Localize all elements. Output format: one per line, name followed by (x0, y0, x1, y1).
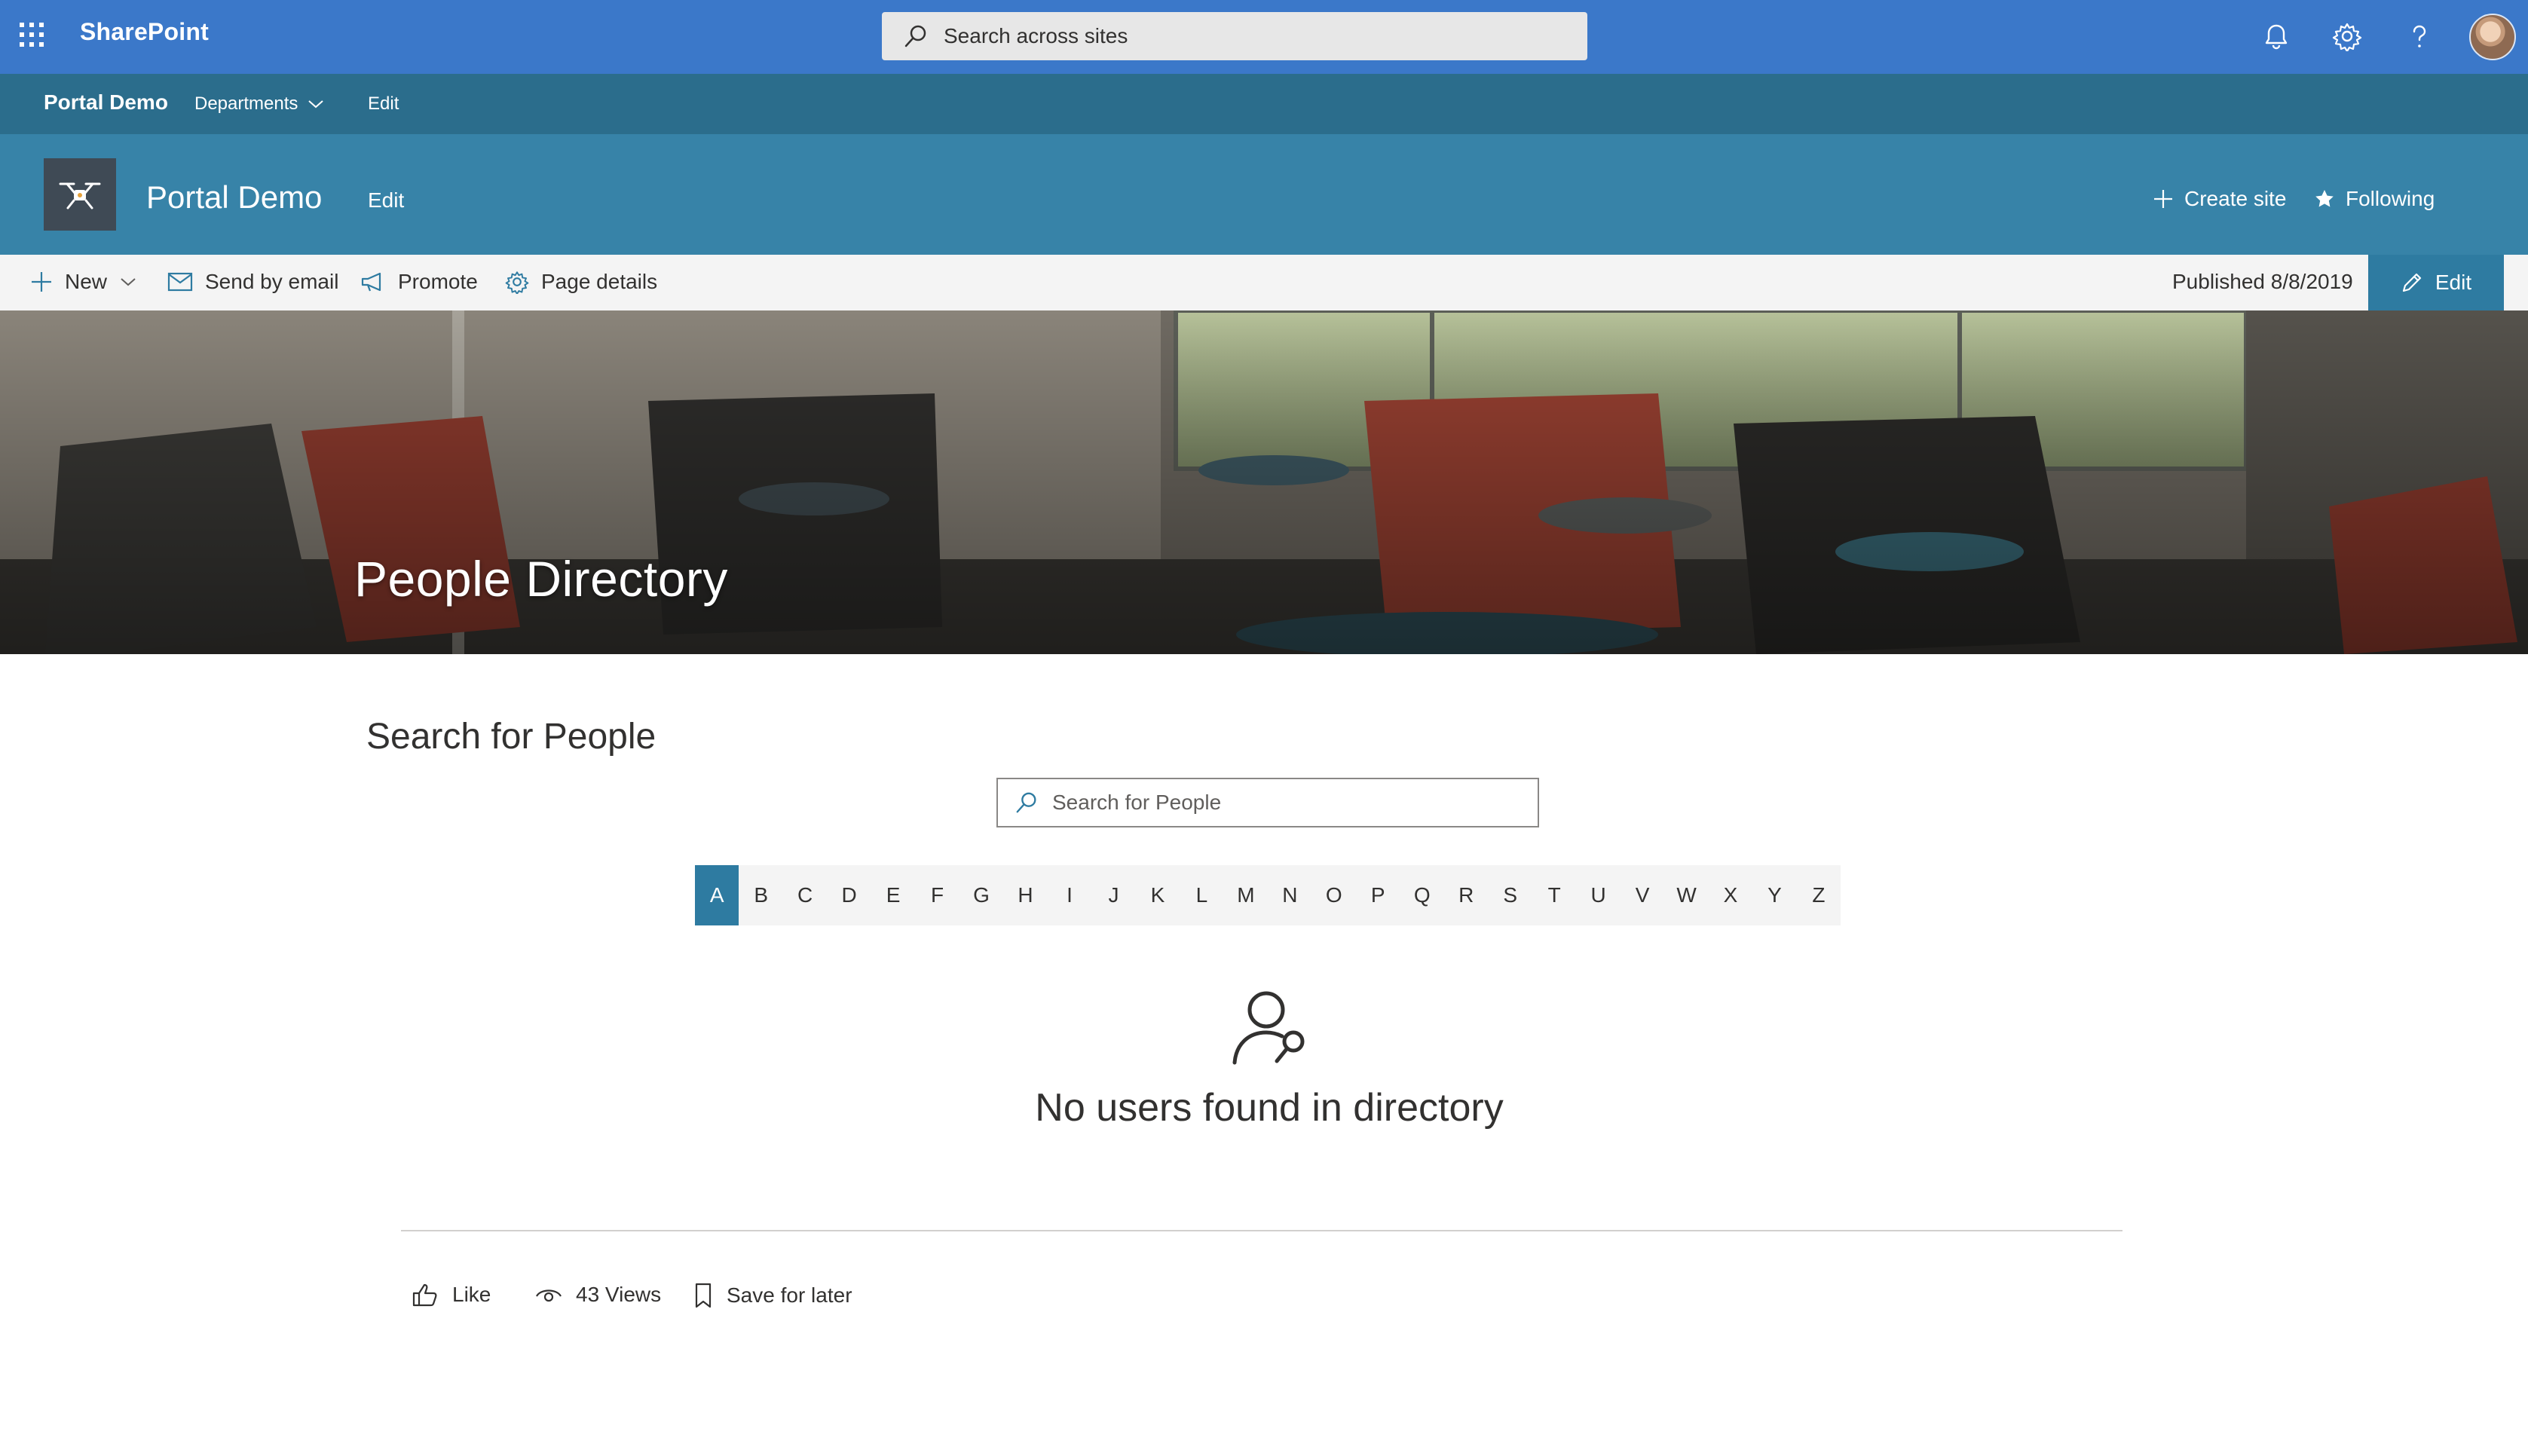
send-by-email-button[interactable]: Send by email (167, 270, 338, 294)
letter-h[interactable]: H (1003, 865, 1047, 925)
like-button[interactable]: Like (412, 1283, 491, 1307)
views-label: 43 Views (576, 1283, 662, 1306)
empty-state-message: No users found in directory (1035, 1086, 1504, 1130)
following-button[interactable]: Following (2314, 187, 2435, 211)
site-logo[interactable] (44, 158, 116, 231)
letter-g[interactable]: G (959, 865, 1003, 925)
create-site-button[interactable]: Create site (2153, 187, 2286, 211)
letter-b[interactable]: B (739, 865, 782, 925)
letter-v[interactable]: V (1621, 865, 1664, 925)
letter-x[interactable]: X (1709, 865, 1752, 925)
letter-w[interactable]: W (1664, 865, 1708, 925)
letter-a[interactable]: A (695, 865, 739, 925)
bell-icon[interactable] (2261, 21, 2291, 51)
letter-u[interactable]: U (1576, 865, 1620, 925)
thumbs-up-icon (412, 1283, 439, 1307)
letter-z[interactable]: Z (1797, 865, 1841, 925)
page-details-button[interactable]: Page details (505, 270, 657, 294)
like-label: Like (452, 1283, 491, 1306)
hub-nav-edit[interactable]: Edit (368, 93, 399, 115)
global-search-input[interactable]: Search across sites (882, 12, 1587, 60)
chevron-down-icon (307, 98, 325, 110)
letter-l[interactable]: L (1180, 865, 1223, 925)
hub-nav-departments[interactable]: Departments (194, 93, 325, 115)
people-search-input[interactable]: Search for People (996, 778, 1539, 827)
letter-m[interactable]: M (1224, 865, 1268, 925)
help-icon[interactable] (2404, 21, 2435, 51)
letter-i[interactable]: I (1048, 865, 1091, 925)
letter-s[interactable]: S (1488, 865, 1532, 925)
chevron-down-icon (119, 276, 137, 288)
letter-k[interactable]: K (1136, 865, 1180, 925)
hub-site-title[interactable]: Portal Demo (44, 90, 168, 115)
new-label: New (65, 270, 108, 293)
person-search-icon (1229, 987, 1311, 1066)
site-header: Portal Demo Edit Create site Following (0, 134, 2528, 255)
promote-label: Promote (398, 270, 478, 293)
command-bar: New Send by email Promote Page details P… (0, 255, 2528, 310)
alphabet-filter: ABCDEFGHIJKLMNOPQRSTUVWXYZ (695, 865, 1841, 925)
letter-e[interactable]: E (871, 865, 915, 925)
plus-icon (30, 271, 53, 293)
promote-button[interactable]: Promote (360, 270, 478, 294)
new-button[interactable]: New (30, 270, 137, 294)
eye-icon (535, 1285, 562, 1305)
letter-f[interactable]: F (915, 865, 959, 925)
star-icon (2314, 188, 2335, 210)
plus-icon (2153, 188, 2174, 210)
letter-y[interactable]: Y (1752, 865, 1796, 925)
hub-navigation: Portal Demo Departments Edit (0, 74, 2528, 134)
global-search-placeholder: Search across sites (944, 24, 1128, 47)
following-label: Following (2346, 187, 2435, 210)
divider (401, 1230, 2122, 1231)
letter-j[interactable]: J (1091, 865, 1135, 925)
pencil-icon (2401, 271, 2423, 294)
letter-r[interactable]: R (1444, 865, 1488, 925)
app-name[interactable]: SharePoint (80, 18, 209, 46)
letter-n[interactable]: N (1268, 865, 1311, 925)
search-icon (903, 23, 929, 49)
published-status: Published 8/8/2019 (2172, 270, 2353, 293)
section-title: Search for People (366, 717, 656, 757)
page-title: People Directory (354, 551, 728, 607)
user-avatar[interactable] (2469, 14, 2516, 60)
people-search-placeholder: Search for People (1052, 791, 1222, 814)
save-for-later-button[interactable]: Save for later (693, 1283, 852, 1308)
save-for-later-label: Save for later (727, 1283, 852, 1307)
page-banner: People Directory (0, 310, 2528, 654)
letter-o[interactable]: O (1312, 865, 1356, 925)
create-site-label: Create site (2184, 187, 2287, 210)
hub-nav-edit-label: Edit (368, 93, 399, 114)
megaphone-icon (360, 271, 386, 292)
letter-q[interactable]: Q (1400, 865, 1444, 925)
letter-c[interactable]: C (783, 865, 827, 925)
gear-icon[interactable] (2332, 21, 2362, 51)
gear-icon (505, 270, 529, 294)
edit-page-button[interactable]: Edit (2368, 255, 2504, 310)
mail-icon (167, 272, 193, 292)
letter-d[interactable]: D (827, 865, 871, 925)
drone-icon (59, 182, 101, 210)
bookmark-icon (693, 1283, 713, 1308)
edit-page-label: Edit (2435, 271, 2472, 294)
views-count: 43 Views (535, 1283, 661, 1307)
hub-nav-departments-label: Departments (194, 93, 298, 114)
page-details-label: Page details (541, 270, 658, 293)
suite-bar: SharePoint Search across sites (0, 0, 2528, 74)
site-edit-link[interactable]: Edit (368, 188, 404, 213)
app-launcher-icon[interactable] (17, 20, 47, 50)
site-title[interactable]: Portal Demo (146, 179, 322, 216)
send-by-email-label: Send by email (205, 270, 339, 293)
letter-p[interactable]: P (1356, 865, 1400, 925)
letter-t[interactable]: T (1532, 865, 1576, 925)
search-icon (1015, 791, 1039, 815)
